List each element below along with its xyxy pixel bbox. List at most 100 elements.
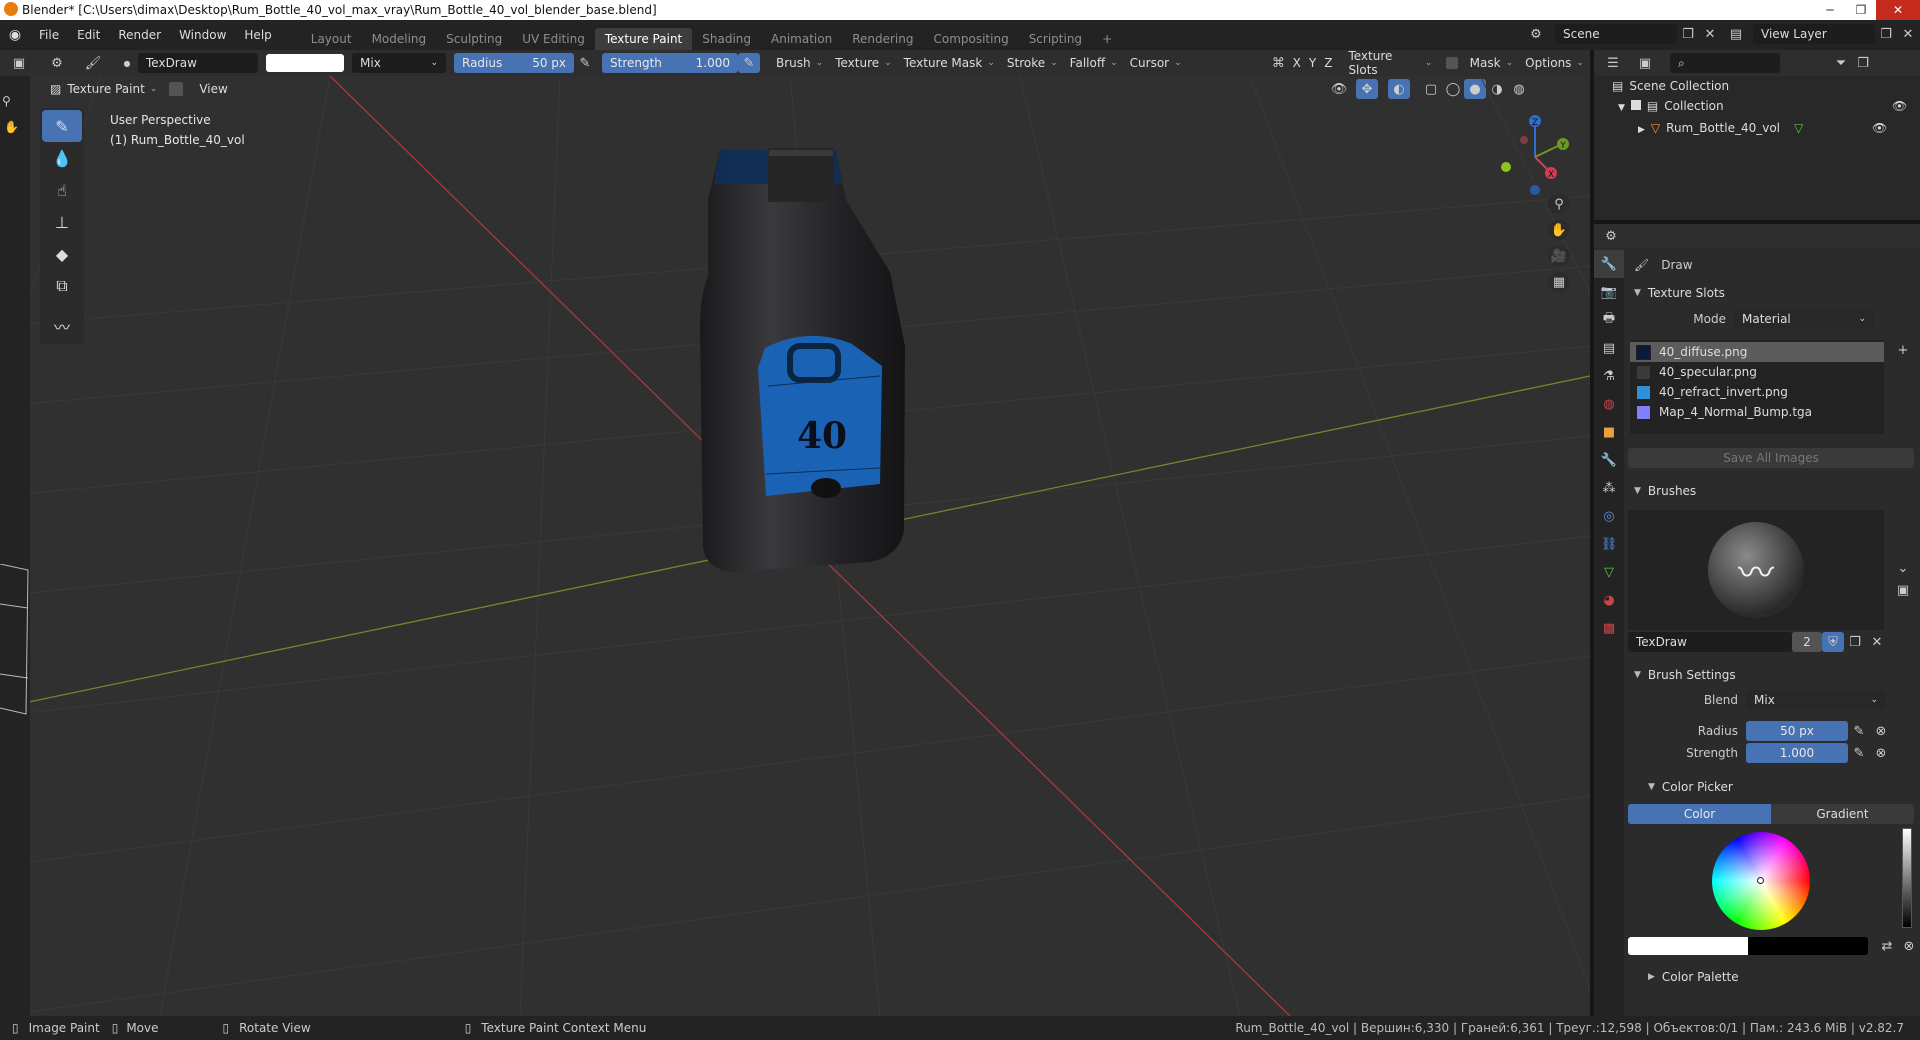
axis-x-button[interactable]: X [1289,53,1305,73]
strength-unit-icon[interactable]: ⊗ [1870,743,1892,763]
new-scene-icon[interactable]: ❐ [1677,24,1699,44]
menu-file[interactable]: File [30,20,68,50]
save-all-images-button[interactable]: Save All Images [1628,448,1914,468]
radius-unit-icon[interactable]: ⊗ [1870,721,1892,741]
tab-sculpting[interactable]: Sculpting [436,28,512,50]
axis-y-button[interactable]: Y [1305,53,1320,73]
zoom-icon[interactable]: ⚲ [1548,194,1570,214]
outliner-object[interactable]: ▶ ▽ Rum_Bottle_40_vol ▽ 👁 [1612,118,1920,140]
unified-color-icon[interactable]: ⊗ [1898,936,1920,956]
brush-icon[interactable]: 🖌 [82,53,104,73]
texture-mask-menu[interactable]: Texture Mask ⌄ [898,53,1001,73]
brush-name-field[interactable]: TexDraw [138,53,258,73]
outliner-collection[interactable]: ▼ ▤ Collection 👁 [1612,96,1920,118]
tab-uv-editing[interactable]: UV Editing [512,28,595,50]
falloff-menu[interactable]: Falloff ⌄ [1064,53,1124,73]
brush-color-swatch[interactable] [266,54,344,72]
close-button[interactable]: ✕ [1876,0,1920,20]
tab-texture-paint[interactable]: Texture Paint [594,28,693,50]
duplicate-brush-icon[interactable]: ❐ [1844,632,1866,652]
fill-tool[interactable]: ◆ [42,238,82,270]
tab-modeling[interactable]: Modeling [362,28,437,50]
fake-user-shield-icon[interactable]: ⛨ [1822,632,1844,652]
tab-compositing[interactable]: Compositing [923,28,1018,50]
axis-z-button[interactable]: Z [1320,53,1336,73]
properties-editor-icon[interactable]: ⚙ [1600,226,1622,246]
filter-icon[interactable]: ⏷ [1830,53,1852,73]
viewport-3d[interactable]: 40 ✎ 💧 ☝ ⊥ ◆ ⧉ 〰 ⚲ ✋ User Perspective (1… [0,76,1590,1016]
annotate-tool[interactable]: 〰 [42,310,82,342]
scene-tab-icon[interactable]: ⚗ [1594,362,1624,390]
brush-datablock-name[interactable]: TexDraw [1628,632,1792,652]
blend-dropdown[interactable]: Mix ⌄ [352,53,446,73]
radius-slider[interactable]: Radius 50 px [454,53,574,73]
modifier-tab-icon[interactable]: 🔧 [1594,446,1624,474]
object-tab-icon[interactable]: ■ [1594,418,1624,446]
camera-icon[interactable]: 🎥 [1548,246,1570,266]
mask-checkbox[interactable] [1446,57,1458,69]
brush-settings-panel-header[interactable]: ▼ Brush Settings [1624,662,1920,688]
unlink-brush-icon[interactable]: ✕ [1866,632,1888,652]
material-tab-icon[interactable]: ◕ [1594,586,1624,614]
new-collection-icon[interactable]: ❐ [1852,53,1874,73]
render-tab-icon[interactable]: 📷 [1594,278,1624,306]
minimize-button[interactable]: ─ [1815,0,1845,20]
outliner-editor-icon[interactable]: ☰ [1602,53,1624,73]
maximize-button[interactable]: ❐ [1846,0,1876,20]
color-swatch-primary[interactable] [1628,937,1748,955]
clone-tool[interactable]: ⊥ [42,206,82,238]
outliner-search-input[interactable]: ⌕ [1670,53,1780,73]
color-swatch-secondary[interactable] [1748,937,1868,955]
tab-shading[interactable]: Shading [692,28,761,50]
swap-colors-icon[interactable]: ⇄ [1876,936,1898,956]
blend-mode-dropdown[interactable]: Mix ⌄ [1746,690,1886,710]
brush-image-icon[interactable]: ▣ [1892,580,1914,600]
collection-checkbox[interactable] [1630,100,1641,110]
zoom-region-icon[interactable]: ⚲ [2,94,11,108]
texture-slot-item[interactable]: Map_4_Normal_Bump.tga [1630,402,1884,422]
brush-preview[interactable]: 〰 [1628,510,1884,630]
brush-menu[interactable]: Brush ⌄ [770,53,829,73]
symmetry-icon[interactable]: ⌘ [1268,53,1289,73]
scene-name-field[interactable]: Scene [1555,24,1677,44]
texture-slot-item[interactable]: 40_diffuse.png [1630,342,1884,362]
strength-slider[interactable]: Strength 1.000 [602,53,738,73]
mask-tool[interactable]: ⧉ [42,270,82,302]
view-layer-tab-icon[interactable]: ▤ [1594,334,1624,362]
delete-scene-icon[interactable]: ✕ [1699,24,1721,44]
cursor-menu[interactable]: Cursor ⌄ [1124,53,1188,73]
strength-pressure-icon[interactable]: ✎ [738,53,760,73]
delete-view-layer-icon[interactable]: ✕ [1897,24,1919,44]
collection-visibility-eye-icon[interactable]: 👁 [1892,96,1907,116]
editor-type-icon[interactable]: ▣ [8,53,30,73]
gradient-tab[interactable]: Gradient [1771,804,1914,824]
navigation-gizmo[interactable]: Z Y X [1490,112,1580,202]
strength-pressure-icon[interactable]: ✎ [1848,743,1870,763]
pan-icon[interactable]: ✋ [1548,220,1570,240]
brush-users-count[interactable]: 2 [1792,632,1822,652]
radius-pressure-icon[interactable]: ✎ [1848,721,1870,741]
smear-tool[interactable]: ☝ [42,174,82,206]
menu-help[interactable]: Help [235,20,280,50]
add-slot-icon[interactable]: + [1892,340,1914,360]
tool-tab-icon[interactable]: 🔧 [1594,250,1624,278]
options-menu[interactable]: Options ⌄ [1519,53,1590,73]
menu-window[interactable]: Window [170,20,235,50]
physics-tab-icon[interactable]: ◎ [1594,502,1624,530]
pan-region-icon[interactable]: ✋ [4,120,19,134]
particles-tab-icon[interactable]: ⁂ [1594,474,1624,502]
menu-render[interactable]: Render [109,20,170,50]
outliner-scene-collection[interactable]: ▤ Scene Collection [1612,76,1920,96]
brush-expand-icon[interactable]: ⌄ [1892,558,1914,578]
tab-animation[interactable]: Animation [761,28,842,50]
color-picker-panel-header[interactable]: ▼ Color Picker [1624,774,1920,800]
texture-slots-panel-header[interactable]: ▼ Texture Slots [1624,280,1920,306]
slot-mode-dropdown[interactable]: Material ⌄ [1734,309,1874,329]
ortho-grid-icon[interactable]: ▦ [1548,272,1570,292]
texture-slots-menu[interactable]: Texture Slots ⌄ [1342,49,1438,77]
strength-field[interactable]: 1.000 [1746,743,1848,763]
stroke-menu[interactable]: Stroke ⌄ [1001,53,1064,73]
texture-slot-item[interactable]: 40_specular.png [1630,362,1884,382]
scene-icon[interactable]: ⚙ [1525,24,1547,44]
menu-edit[interactable]: Edit [68,20,109,50]
